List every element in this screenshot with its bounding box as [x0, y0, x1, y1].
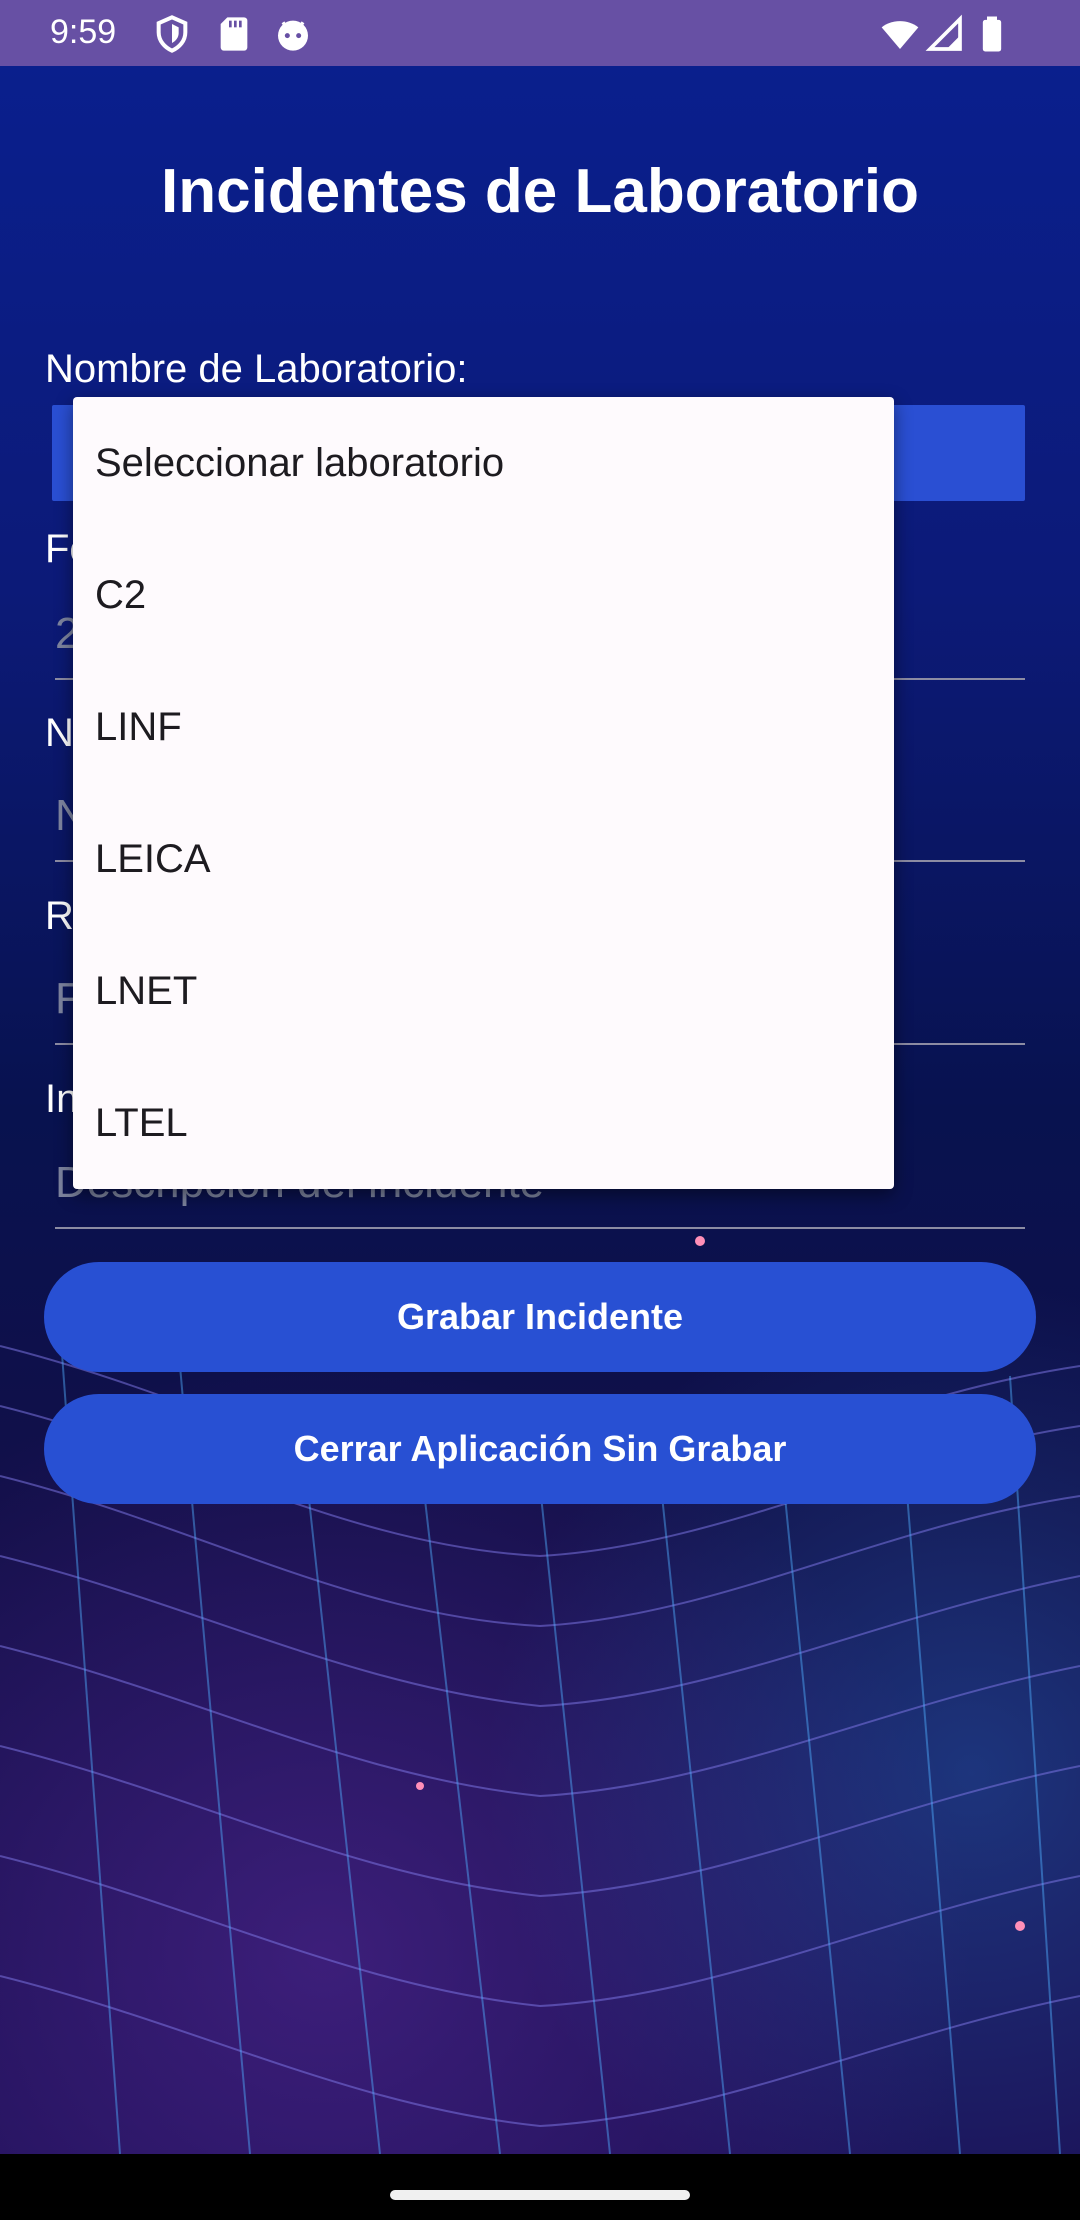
save-incident-button[interactable]: Grabar Incidente	[44, 1262, 1036, 1372]
lab-dropdown-menu: Seleccionar laboratorio C2 LINF LEICA LN…	[73, 397, 894, 1189]
sd-card-icon	[214, 14, 254, 54]
dropdown-item-placeholder[interactable]: Seleccionar laboratorio	[73, 397, 894, 529]
lab-name-label: Nombre de Laboratorio:	[45, 347, 468, 391]
dropdown-item-ltel[interactable]: LTEL	[73, 1057, 894, 1189]
shield-icon	[152, 14, 192, 54]
dropdown-item-c2[interactable]: C2	[73, 529, 894, 661]
home-gesture-handle[interactable]	[390, 2190, 690, 2200]
android-icon	[273, 14, 313, 54]
close-without-saving-button[interactable]: Cerrar Aplicación Sin Grabar	[44, 1394, 1036, 1504]
dropdown-item-linf[interactable]: LINF	[73, 661, 894, 793]
navigation-bar	[0, 2154, 1080, 2220]
page-title: Incidentes de Laboratorio	[161, 157, 919, 226]
signal-icon	[925, 14, 965, 54]
wifi-icon	[880, 14, 920, 54]
status-bar: 9:59	[0, 0, 1080, 66]
status-time: 9:59	[50, 13, 117, 51]
dropdown-item-lnet[interactable]: LNET	[73, 925, 894, 1057]
name-label: N	[45, 711, 74, 755]
battery-icon	[972, 14, 1012, 54]
dropdown-item-leica[interactable]: LEICA	[73, 793, 894, 925]
responsible-label: R	[45, 894, 74, 938]
